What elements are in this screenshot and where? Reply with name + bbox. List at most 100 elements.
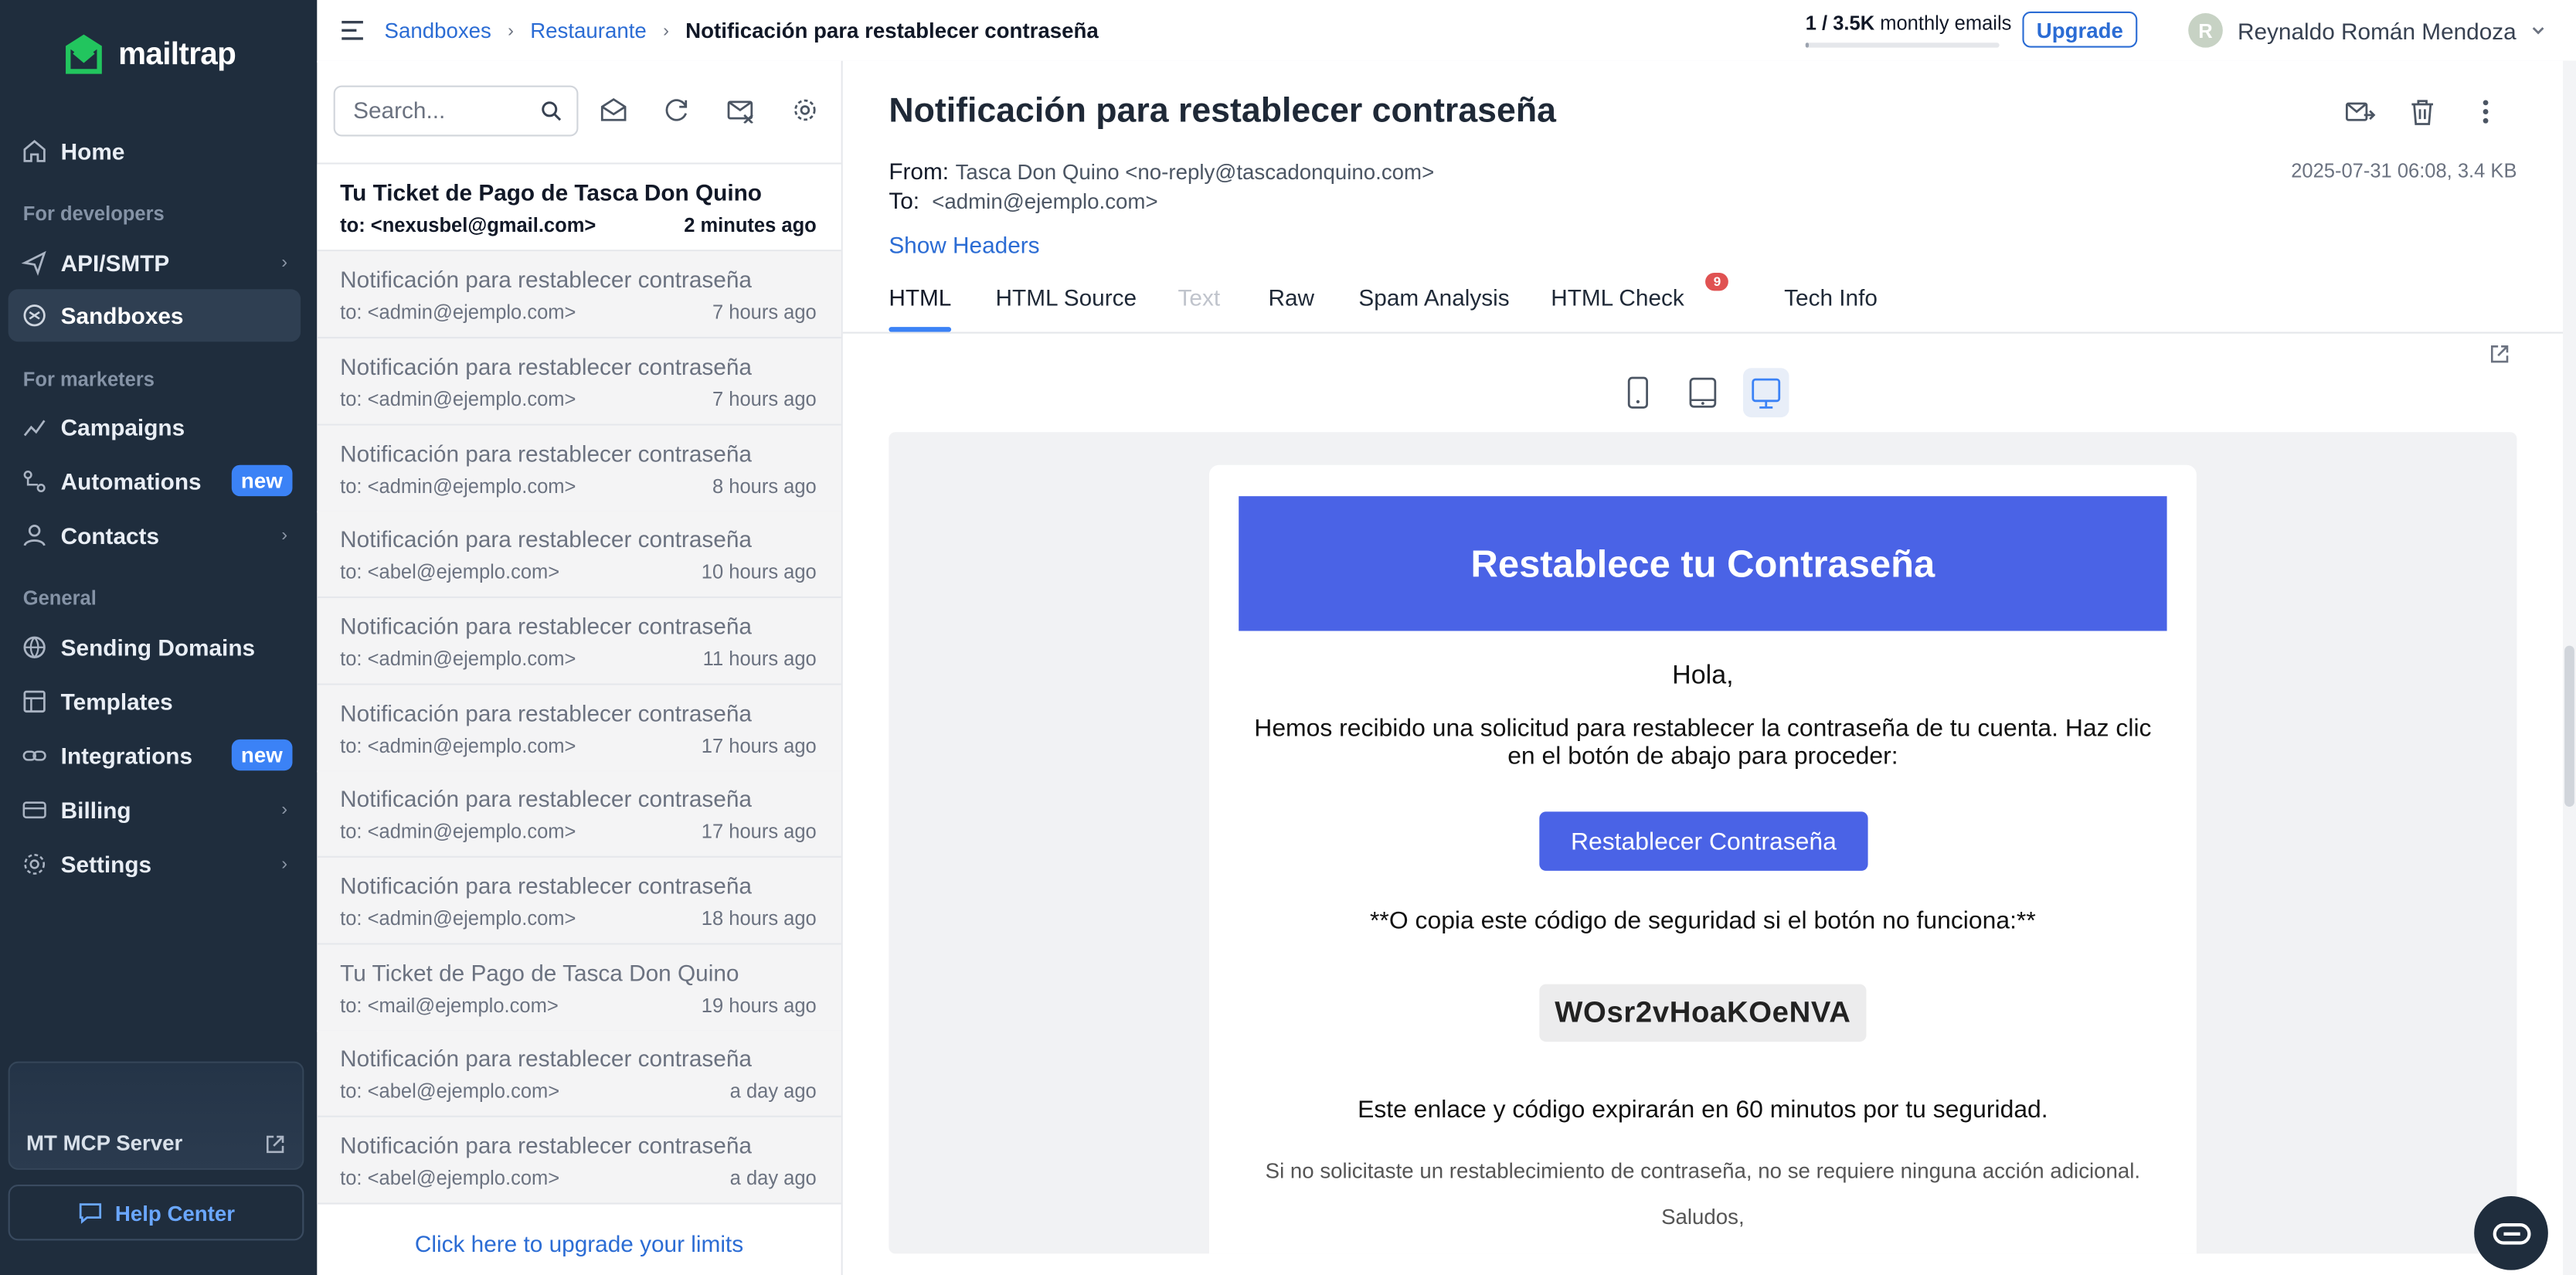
scrollbar-thumb[interactable] [2564,645,2574,808]
desktop-view-toggle[interactable] [1742,368,1789,418]
sidebar-item-integrations[interactable]: Integrations new [8,729,301,782]
message-recipient: to: <nexusbel@gmail.com> [340,213,596,237]
sidebar-item-contacts[interactable]: Contacts › [8,509,301,562]
search-input[interactable] [349,95,538,125]
chat-widget-button[interactable] [2474,1195,2548,1270]
security-code: WOsr2vHoaKOeNVA [1539,984,1867,1042]
tab-raw[interactable]: Raw [1268,284,1314,311]
link-icon [22,750,46,761]
menu-icon[interactable] [340,20,365,42]
list-item[interactable]: Notificación para restablecer contraseña… [317,1117,841,1205]
tab-html[interactable]: HTML [889,284,952,332]
email-quota: 1 / 3.5K monthly emails [1806,12,2012,35]
user-menu[interactable]: R Reynaldo Román Mendoza [2188,13,2544,48]
new-badge: new [231,464,293,497]
message-time: a day ago [729,1079,817,1103]
quota-progress-fill [1805,42,1810,48]
email-header-title: Restablece tu Contraseña [1239,496,2167,631]
top-bar: Sandboxes › Restaurante › Notificación p… [317,0,2576,63]
sidebar-item-api-smtp[interactable]: API/SMTP › [8,236,301,289]
tab-html-check[interactable]: HTML Check 9 [1551,272,1729,311]
mcp-server-card[interactable]: MT MCP Server [8,1061,304,1170]
message-recipient: to: <abel@ejemplo.com> [340,1166,560,1190]
brand-name: mailtrap [118,37,236,73]
chevron-right-icon: › [281,253,288,273]
message-subject: Notificación para restablecer contraseña [340,266,752,293]
reset-password-button[interactable]: Restablecer Contraseña [1539,811,1868,871]
email-body-text: Hemos recibido una solicitud para restab… [1254,714,2152,771]
trash-icon[interactable] [2410,99,2435,127]
list-item[interactable]: Tu Ticket de Pago de Tasca Don Quino to: … [317,944,841,1032]
sidebar-item-sending-domains[interactable]: Sending Domains [8,621,301,674]
list-item[interactable]: Notificación para restablecer contraseña… [317,685,841,773]
chat-widget-icon [2492,1222,2530,1244]
sidebar-item-billing[interactable]: Billing › [8,784,301,836]
message-time: 11 hours ago [702,647,817,671]
message-recipient: to: <admin@ejemplo.com> [340,820,576,843]
message-time: 19 hours ago [701,994,817,1018]
help-center-label: Help Center [114,1200,236,1226]
tab-text: Text [1178,284,1221,311]
list-item[interactable]: Notificación para restablecer contraseña… [317,251,841,339]
refresh-icon[interactable] [664,97,690,123]
tab-html-source[interactable]: HTML Source [996,284,1137,311]
show-headers-link[interactable]: Show Headers [889,232,1039,258]
send-icon [21,250,46,276]
html-check-count-badge: 9 [1705,272,1729,291]
message-time: 8 hours ago [712,474,817,498]
tabs-divider [842,332,2563,334]
sidebar-item-automations[interactable]: Automations new [8,455,301,508]
from-value: Tasca Don Quino <no-reply@tascadonquino.… [955,159,1435,185]
mobile-view-toggle[interactable] [1615,368,1661,417]
email-preview: Restablece tu Contraseña Hola, Hemos rec… [889,432,2517,1254]
message-time: 7 hours ago [712,301,817,324]
open-external-icon[interactable] [2489,343,2510,365]
to-label: To: [889,187,920,214]
quota-used: 1 / 3.5K [1805,11,1875,35]
list-item[interactable]: Notificación para restablecer contraseña… [317,425,841,513]
tablet-view-toggle[interactable] [1679,368,1725,417]
sidebar-item-label: Billing [60,797,131,824]
mark-read-icon[interactable] [600,97,627,123]
tab-spam-analysis[interactable]: Spam Analysis [1358,284,1509,311]
message-subject: Tu Ticket de Pago de Tasca Don Quino [340,959,739,986]
list-item[interactable]: Notificación para restablecer contraseña… [317,511,841,598]
sidebar-item-campaigns[interactable]: Campaigns [8,401,301,454]
chevron-right-icon: › [508,20,514,41]
breadcrumb-restaurante[interactable]: Restaurante [530,18,647,42]
sidebar-item-settings[interactable]: Settings › [8,838,301,890]
sidebar-item-label: Automations [60,468,202,495]
message-recipient: to: <admin@ejemplo.com> [340,734,576,758]
gear-icon [24,854,46,875]
chevron-right-icon: › [663,20,669,41]
more-vertical-icon[interactable] [2483,99,2489,125]
quota-progress-bar [1805,42,2000,48]
tab-tech-info[interactable]: Tech Info [1784,284,1878,311]
breadcrumb-sandboxes[interactable]: Sandboxes [385,18,491,42]
sidebar-item-sandboxes[interactable]: Sandboxes [8,289,301,342]
list-item[interactable]: Notificación para restablecer contraseña… [317,1030,841,1117]
upgrade-limits-link[interactable]: Click here to upgrade your limits [317,1231,841,1257]
message-subject: Notificación para restablecer contraseña [340,785,752,812]
message-subject: Notificación para restablecer contraseña [340,699,752,726]
mailtrap-logo[interactable]: mailtrap [59,31,236,80]
upgrade-button[interactable]: Upgrade [2022,11,2138,48]
forward-icon[interactable] [2344,99,2376,125]
list-item[interactable]: Notificación para restablecer contraseña… [317,597,841,685]
sidebar-item-label: API/SMTP [60,250,170,277]
message-detail: Notificación para restablecer contraseña… [842,60,2563,1275]
list-item[interactable]: Tu Ticket de Pago de Tasca Don Quino to: … [317,164,841,252]
message-subject: Notificación para restablecer contraseña [340,440,752,467]
clear-inbox-icon[interactable] [726,97,756,124]
tab-html-check-label: HTML Check [1551,284,1684,311]
section-label-general: General [22,586,97,610]
list-item[interactable]: Notificación para restablecer contraseña… [317,857,841,945]
list-item[interactable]: Notificación para restablecer contraseña… [317,770,841,858]
gear-icon[interactable] [792,97,818,123]
help-center-button[interactable]: Help Center [8,1185,304,1241]
search-box[interactable] [333,85,579,137]
sidebar-item-label: Home [60,138,125,165]
list-item[interactable]: Notificación para restablecer contraseña… [317,338,841,426]
sidebar-item-home[interactable]: Home [8,125,301,178]
sidebar-item-templates[interactable]: Templates [8,675,301,728]
